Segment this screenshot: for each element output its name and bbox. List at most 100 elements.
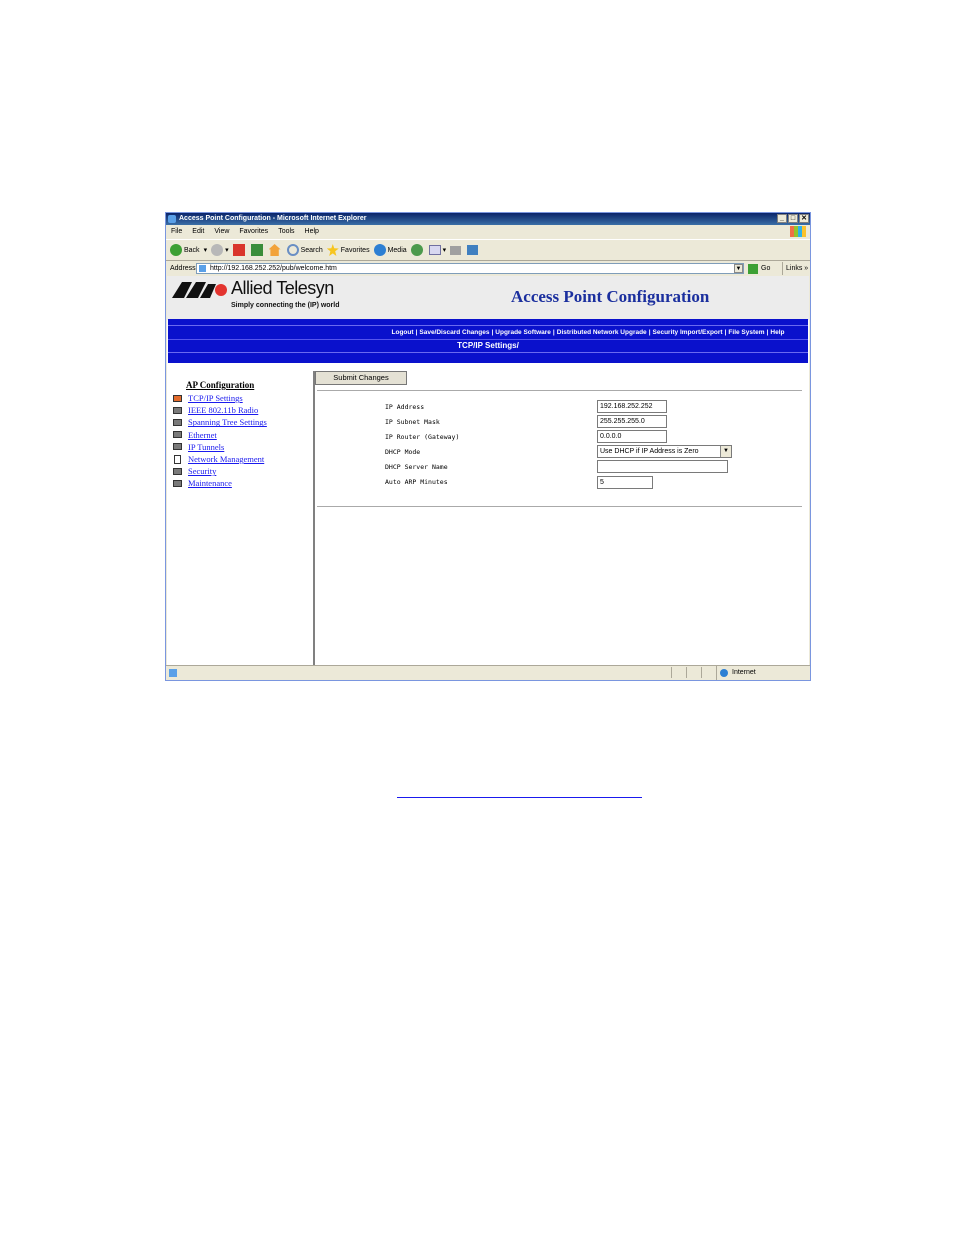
address-dropdown-button[interactable]: ▼ [734,264,743,273]
search-button[interactable]: Search [286,244,323,256]
star-icon [326,244,339,256]
menu-help[interactable]: Help [300,226,324,237]
folder-icon [173,418,182,426]
edit-button[interactable] [467,245,480,255]
auto-arp-input[interactable]: 5 [597,476,653,489]
menu-file[interactable]: File [166,226,187,237]
address-label: Address [170,265,196,272]
browser-window: Access Point Configuration - Microsoft I… [165,212,811,681]
dhcp-mode-label: DHCP Mode [385,448,421,456]
gateway-label: IP Router (Gateway) [385,433,460,441]
auto-arp-label: Auto ARP Minutes [385,478,448,486]
menu-edit[interactable]: Edit [187,226,209,237]
media-icon [373,244,386,256]
folder-icon [173,467,182,475]
back-button[interactable]: Back ▾ [170,244,207,256]
address-input[interactable]: http://192.168.252.252/pub/welcome.htm [196,263,744,274]
sidebar-title: AP Configuration [186,380,255,390]
sidebar-item-ethernet[interactable]: Ethernet [173,429,267,441]
nav-upgrade-software[interactable]: Upgrade Software [495,329,551,336]
menu-tools[interactable]: Tools [273,226,299,237]
window-controls: _ □ ✕ [777,214,809,224]
media-button[interactable]: Media [373,244,407,256]
dhcp-mode-select[interactable]: Use DHCP if IP Address is Zero ▼ [597,445,732,458]
nav-distributed-network-upgrade[interactable]: Distributed Network Upgrade [557,329,647,336]
toolbar: Back ▾ ▾ Search Favorites Media ▾ [166,239,810,261]
address-url: http://192.168.252.252/pub/welcome.htm [210,265,337,272]
folder-icon [173,443,182,451]
refresh-button[interactable] [250,244,265,256]
favorites-button[interactable]: Favorites [326,244,370,256]
app-title: Access Point Configuration [511,287,710,306]
nav-bar: Logout | Save/Discard Changes | Upgrade Soft… [168,319,808,363]
sidebar-item-security[interactable]: Security [173,465,267,477]
subnet-mask-label: IP Subnet Mask [385,418,440,426]
close-button[interactable]: ✕ [799,214,809,223]
sidebar-item-ieee-radio[interactable]: IEEE 802.11b Radio [173,404,267,416]
nav-save-discard[interactable]: Save/Discard Changes [419,329,489,336]
subnet-mask-input[interactable]: 255.255.255.0 [597,415,667,428]
page-icon [199,265,206,272]
sidebar-item-network-management[interactable]: Network Management [173,453,267,465]
folder-icon [173,479,182,487]
ie-icon [168,215,176,223]
nav-file-system[interactable]: File System [728,329,764,336]
search-icon [286,244,299,256]
page-content: Allied Telesyn Simply connecting the (IP… [167,276,809,666]
sidebar: AP Configuration TCP/IP Settings IEEE 80… [167,371,315,666]
security-zone: Internet [716,666,756,680]
nav-logout[interactable]: Logout [392,329,414,336]
allied-telesyn-logo-icon [172,282,227,298]
nav-security-import-export[interactable]: Security Import/Export [653,329,723,336]
go-arrow-icon [748,263,758,274]
forward-button[interactable]: ▾ [211,244,229,256]
menu-view[interactable]: View [209,226,234,237]
sidebar-item-ip-tunnels[interactable]: IP Tunnels [173,441,267,453]
folder-icon [173,431,182,439]
back-arrow-icon [170,244,182,256]
stop-button[interactable] [232,244,247,256]
links-button[interactable]: Links » [782,262,808,275]
home-button[interactable] [268,244,283,256]
sidebar-item-spanning-tree[interactable]: Spanning Tree Settings [173,416,267,428]
print-button[interactable] [450,245,463,255]
address-bar: Address http://192.168.252.252/pub/welco… [166,262,810,275]
menu-favorites[interactable]: Favorites [234,226,273,237]
document-icon [174,454,181,464]
sidebar-item-tcpip-settings[interactable]: TCP/IP Settings [173,392,267,404]
top-nav: Logout | Save/Discard Changes | Upgrade Soft… [391,329,785,336]
divider [317,390,802,391]
globe-icon [720,669,728,677]
dhcp-server-name-label: DHCP Server Name [385,463,448,471]
history-icon [410,244,423,256]
folder-icon [173,406,182,414]
history-button[interactable] [410,244,425,256]
minimize-button[interactable]: _ [777,214,787,223]
status-bar: Internet [166,665,810,680]
sidebar-list: TCP/IP Settings IEEE 802.11b Radio Spann… [173,392,267,490]
brand-name: Allied Telesyn [231,278,334,298]
divider [317,506,802,507]
ip-address-label: IP Address [385,403,425,411]
forward-arrow-icon [211,244,224,256]
page-header: Allied Telesyn Simply connecting the (IP… [167,276,809,320]
maximize-button[interactable]: □ [788,214,798,223]
windows-logo-icon [790,226,806,237]
page-icon [169,669,177,677]
menu-bar: File Edit View Favorites Tools Help [166,226,810,237]
document-link-underline[interactable] [397,797,642,798]
stop-icon [232,244,245,256]
go-button[interactable]: Go [748,262,770,275]
dhcp-server-name-input[interactable] [597,460,728,473]
breadcrumb: TCP/IP Settings/ [168,339,808,352]
nav-help[interactable]: Help [770,329,784,336]
edit-icon [467,245,479,255]
ip-address-input[interactable]: 192.168.252.252 [597,400,667,413]
print-icon [450,245,462,255]
gateway-input[interactable]: 0.0.0.0 [597,430,667,443]
sidebar-item-maintenance[interactable]: Maintenance [173,477,267,489]
submit-changes-button[interactable]: Submit Changes [315,371,407,385]
refresh-icon [250,244,263,256]
title-bar: Access Point Configuration - Microsoft I… [166,213,810,225]
mail-button[interactable]: ▾ [428,245,446,255]
